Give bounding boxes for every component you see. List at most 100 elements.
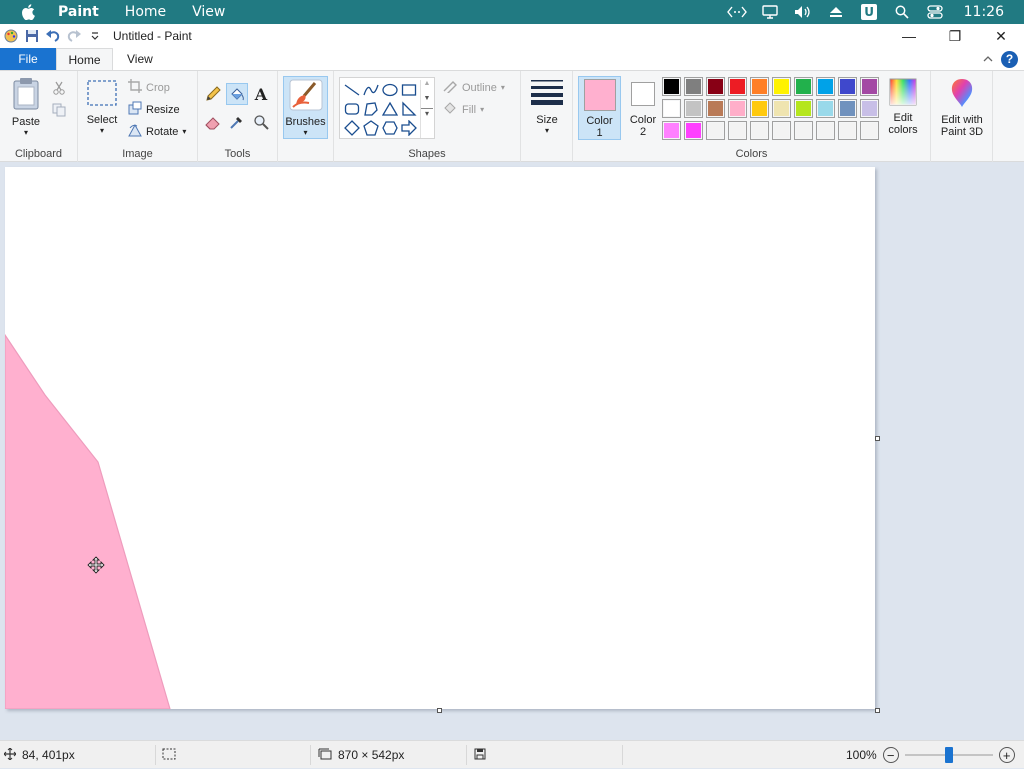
undo-icon[interactable]	[42, 26, 63, 46]
resize-handle-right[interactable]	[875, 436, 880, 441]
text-tool-icon[interactable]: A	[250, 83, 272, 105]
redo-icon[interactable]	[63, 26, 84, 46]
color2-button[interactable]: Color 2	[623, 78, 663, 140]
palette-swatch[interactable]	[860, 99, 879, 118]
customize-quick-access-icon[interactable]	[84, 26, 105, 46]
palette-swatch[interactable]	[838, 121, 857, 140]
curve-shape-icon[interactable]	[361, 80, 380, 99]
size-dropdown-icon[interactable]: ▾	[545, 126, 549, 135]
search-icon[interactable]	[886, 0, 919, 24]
drawing-canvas[interactable]	[5, 167, 875, 709]
right-triangle-shape-icon[interactable]	[399, 99, 418, 118]
palette-swatch[interactable]	[662, 99, 681, 118]
palette-swatch[interactable]	[794, 121, 813, 140]
collapse-ribbon-icon[interactable]	[983, 52, 993, 66]
palette-swatch[interactable]	[728, 99, 747, 118]
copy-icon[interactable]	[48, 99, 70, 121]
polygon-shape-icon[interactable]	[361, 99, 380, 118]
cut-icon[interactable]	[48, 77, 70, 99]
palette-swatch[interactable]	[816, 77, 835, 96]
palette-swatch[interactable]	[772, 99, 791, 118]
rectangle-shape-icon[interactable]	[399, 80, 418, 99]
fill-dropdown-icon[interactable]: ▾	[480, 105, 484, 114]
size-button[interactable]: Size ▾	[527, 79, 567, 135]
palette-swatch[interactable]	[684, 121, 703, 140]
palette-swatch[interactable]	[750, 99, 769, 118]
palette-swatch[interactable]	[816, 121, 835, 140]
scroll-down-icon[interactable]: ▼	[421, 95, 433, 102]
resize-handle-corner[interactable]	[875, 708, 880, 713]
rotate-button[interactable]: Rotate ▾	[128, 123, 186, 140]
eject-icon[interactable]	[820, 0, 853, 24]
diamond-shape-icon[interactable]	[342, 118, 361, 137]
right-arrow-shape-icon[interactable]	[399, 118, 418, 137]
edit-with-paint3d-button[interactable]: Edit with Paint 3D	[933, 77, 991, 138]
palette-swatch[interactable]	[816, 99, 835, 118]
help-button[interactable]: ?	[1001, 50, 1018, 68]
brushes-button[interactable]: Brushes ▾	[283, 76, 328, 139]
palette-swatch[interactable]	[706, 77, 725, 96]
shapes-more-icon[interactable]: ▾	[421, 108, 433, 118]
palette-swatch[interactable]	[794, 77, 813, 96]
palette-swatch[interactable]	[662, 121, 681, 140]
app-menu-paint[interactable]: Paint	[56, 4, 112, 20]
crop-button[interactable]: Crop	[128, 79, 170, 96]
fill-bucket-icon[interactable]	[226, 83, 248, 105]
fill-button[interactable]: Fill ▾	[442, 101, 484, 118]
code-icon[interactable]	[721, 0, 754, 24]
tab-home[interactable]: Home	[56, 48, 113, 70]
palette-swatch[interactable]	[772, 77, 791, 96]
restore-button[interactable]: ❐	[932, 25, 978, 47]
palette-swatch[interactable]	[706, 121, 725, 140]
paint-app-icon[interactable]	[0, 26, 21, 46]
apple-icon[interactable]	[0, 4, 56, 20]
palette-swatch[interactable]	[838, 99, 857, 118]
brushes-dropdown-icon[interactable]: ▾	[303, 128, 307, 137]
volume-icon[interactable]	[787, 0, 820, 24]
control-center-icon[interactable]	[919, 0, 952, 24]
tab-view[interactable]: View	[113, 48, 167, 70]
workspace[interactable]	[0, 162, 1024, 740]
palette-swatch[interactable]	[860, 121, 879, 140]
palette-swatch[interactable]	[706, 99, 725, 118]
zoom-in-button[interactable]: +	[998, 747, 1015, 763]
save-icon[interactable]	[21, 26, 42, 46]
palette-swatch[interactable]	[750, 77, 769, 96]
color1-button[interactable]: Color 1	[578, 76, 621, 140]
palette-swatch[interactable]	[838, 77, 857, 96]
magnifier-icon[interactable]	[250, 111, 272, 133]
hexagon-shape-icon[interactable]	[380, 118, 399, 137]
palette-swatch[interactable]	[794, 99, 813, 118]
triangle-shape-icon[interactable]	[380, 99, 399, 118]
user-u-icon[interactable]: U	[853, 0, 886, 24]
select-button[interactable]: Select ▾	[82, 79, 122, 135]
zoom-out-button[interactable]: −	[882, 747, 899, 763]
pentagon-shape-icon[interactable]	[361, 118, 380, 137]
palette-swatch[interactable]	[728, 77, 747, 96]
pencil-icon[interactable]	[202, 83, 224, 105]
rotate-dropdown-icon[interactable]: ▾	[182, 127, 186, 136]
oval-shape-icon[interactable]	[380, 80, 399, 99]
palette-swatch[interactable]	[684, 99, 703, 118]
menu-home[interactable]: Home	[112, 4, 179, 20]
palette-swatch[interactable]	[662, 77, 681, 96]
select-dropdown-icon[interactable]: ▾	[100, 126, 104, 135]
edit-colors-button[interactable]: Edit colors	[883, 77, 923, 136]
display-icon[interactable]	[754, 0, 787, 24]
palette-swatch[interactable]	[684, 77, 703, 96]
palette-swatch[interactable]	[728, 121, 747, 140]
resize-handle-bottom[interactable]	[437, 708, 442, 713]
outline-button[interactable]: Outline ▾	[442, 79, 505, 96]
line-shape-icon[interactable]	[342, 80, 361, 99]
paste-button[interactable]: Paste ▾	[6, 77, 46, 137]
menu-view[interactable]: View	[179, 4, 238, 20]
color-picker-icon[interactable]	[226, 111, 248, 133]
tab-file[interactable]: File	[0, 48, 56, 70]
rounded-rectangle-shape-icon[interactable]	[342, 99, 361, 118]
scroll-up-icon[interactable]: ▲	[421, 80, 433, 87]
outline-dropdown-icon[interactable]: ▾	[501, 83, 505, 92]
eraser-icon[interactable]	[202, 111, 224, 133]
resize-button[interactable]: Resize	[128, 101, 180, 118]
palette-swatch[interactable]	[860, 77, 879, 96]
shapes-scroll[interactable]: ▲ ▼ ▾	[420, 80, 433, 138]
